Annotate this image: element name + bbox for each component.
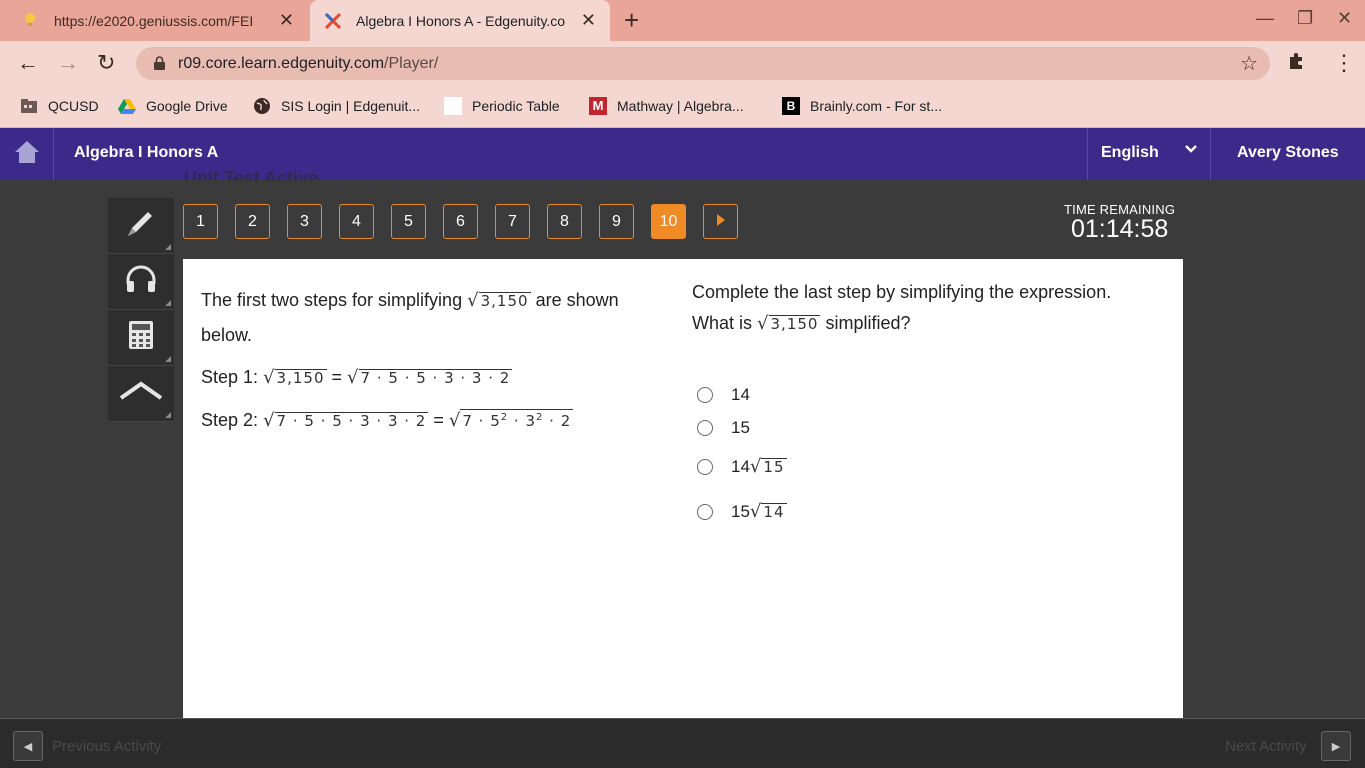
- step-2: Step 2: √ 7 · 5 · 5 · 3 · 3 · 2 = √ 7 · 52…: [201, 409, 574, 431]
- next-question-button[interactable]: [703, 204, 738, 239]
- globe-icon: [253, 97, 271, 115]
- calculator-icon: [128, 320, 154, 355]
- address-bar[interactable]: r09.core.learn.edgenuity.com/Player/ ☆: [136, 47, 1270, 80]
- chevron-down-icon: [1184, 142, 1198, 161]
- question-prompt-2: What is √ 3,150 simplified?: [692, 313, 911, 334]
- browser-tab-genius[interactable]: https://e2020.geniussis.com/FEI ✕: [8, 0, 308, 41]
- folder-icon: [20, 97, 38, 115]
- answer-option-1[interactable]: 14: [692, 378, 1162, 411]
- answer-option-4[interactable]: 15 √ 14: [692, 489, 1162, 534]
- question-6-button[interactable]: 6: [443, 204, 478, 239]
- previous-activity-label: Previous Activity: [52, 738, 162, 755]
- browser-tab-edgenuity[interactable]: Algebra I Honors A - Edgenuity.co ✕: [310, 0, 610, 41]
- radio-button[interactable]: [697, 386, 713, 403]
- bookmark-star-icon[interactable]: ☆: [1240, 51, 1258, 76]
- course-title: Algebra I Honors A: [74, 144, 219, 161]
- next-activity-button[interactable]: ▶: [1321, 731, 1351, 761]
- question-5-button[interactable]: 5: [391, 204, 426, 239]
- question-3-button[interactable]: 3: [287, 204, 322, 239]
- question-intro: The first two steps for simplifying √ 3,1…: [201, 290, 619, 345]
- activity-footer: ◀ Previous Activity Next Activity ▶: [0, 718, 1365, 768]
- question-1-button[interactable]: 1: [183, 204, 218, 239]
- answer-option-2[interactable]: 15: [692, 411, 1162, 444]
- radio-button[interactable]: [697, 419, 713, 436]
- answer-panel: Complete the last step by simplifying th…: [692, 277, 1162, 534]
- question-7-button[interactable]: 7: [495, 204, 530, 239]
- time-remaining-value: 01:14:58: [1071, 215, 1169, 243]
- browser-tab-strip: https://e2020.geniussis.com/FEI ✕ Algebr…: [0, 0, 1365, 41]
- back-arrow-icon[interactable]: ←: [17, 51, 39, 75]
- calculator-tool-button[interactable]: [108, 310, 174, 366]
- forward-arrow-icon[interactable]: →: [57, 51, 79, 75]
- question-2-button[interactable]: 2: [235, 204, 270, 239]
- question-card: The first two steps for simplifying √ 3,1…: [183, 259, 1183, 718]
- lock-icon: [154, 56, 165, 70]
- reload-icon[interactable]: ↻: [97, 51, 115, 75]
- play-arrow-icon: [716, 213, 726, 231]
- home-icon: [14, 140, 40, 169]
- brainly-logo-icon: B: [782, 97, 800, 115]
- audio-tool-button[interactable]: [108, 254, 174, 310]
- user-name[interactable]: Avery Stones: [1237, 144, 1339, 162]
- question-prompt: Complete the last step by simplifying th…: [692, 282, 1112, 302]
- language-select[interactable]: English: [1087, 128, 1211, 180]
- question-navigator: 1 2 3 4 5 6 7 8 9 10: [183, 204, 755, 239]
- radio-button[interactable]: [697, 503, 713, 520]
- bookmark-qcusd[interactable]: QCUSD: [20, 97, 99, 115]
- new-tab-plus-icon[interactable]: +: [624, 7, 639, 33]
- activity-title-peek: Unit Test Active: [184, 168, 319, 181]
- pencil-tool-button[interactable]: [108, 198, 174, 254]
- bookmark-mathway[interactable]: M Mathway | Algebra...: [589, 97, 744, 115]
- next-activity-label: Next Activity: [1225, 738, 1307, 755]
- mathway-logo-icon: M: [589, 97, 607, 115]
- minimize-icon[interactable]: —: [1256, 8, 1274, 29]
- home-button[interactable]: [0, 128, 54, 180]
- window-close-icon[interactable]: ✕: [1337, 8, 1352, 29]
- step-1: Step 1: √ 3,150 = √ 7 · 5 · 5 · 3 · 3 · 2: [201, 367, 513, 388]
- browser-menu-icon[interactable]: ⋮: [1333, 51, 1355, 75]
- lightbulb-icon: [22, 12, 38, 28]
- tab-title: https://e2020.geniussis.com/FEI: [54, 12, 254, 29]
- formula-tool-button[interactable]: [108, 366, 174, 422]
- tool-sidebar: [108, 198, 174, 422]
- blank-page-icon: [444, 97, 462, 115]
- restore-icon[interactable]: ❐: [1297, 8, 1313, 29]
- headphones-icon: [124, 264, 158, 299]
- google-drive-icon: [118, 97, 136, 115]
- bookmarks-bar: QCUSD Google Drive SIS Login | Edgenuit.…: [0, 86, 1365, 128]
- bookmark-sis-login[interactable]: SIS Login | Edgenuit...: [253, 97, 420, 115]
- bookmark-google-drive[interactable]: Google Drive: [118, 97, 228, 115]
- question-9-button[interactable]: 9: [599, 204, 634, 239]
- close-tab-icon[interactable]: ✕: [581, 10, 596, 30]
- radio-button[interactable]: [697, 458, 713, 475]
- formula-icon: [119, 380, 163, 407]
- url-text: r09.core.learn.edgenuity.com/Player/: [178, 55, 439, 72]
- question-4-button[interactable]: 4: [339, 204, 374, 239]
- bookmark-periodic-table[interactable]: Periodic Table: [444, 97, 560, 115]
- question-10-button[interactable]: 10: [651, 204, 686, 239]
- bookmark-brainly[interactable]: B Brainly.com - For st...: [782, 97, 942, 115]
- question-stem: The first two steps for simplifying √ 3,1…: [201, 283, 671, 438]
- answer-options: 14 15 14 √ 15 15 √ 14: [692, 378, 1162, 534]
- right-arrow-icon: ▶: [1331, 740, 1341, 753]
- question-8-button[interactable]: 8: [547, 204, 582, 239]
- close-tab-icon[interactable]: ✕: [279, 10, 294, 30]
- answer-option-3[interactable]: 14 √ 15: [692, 444, 1162, 489]
- edgenuity-logo-icon: [324, 12, 342, 30]
- left-arrow-icon: ◀: [23, 740, 33, 753]
- pencil-icon: [124, 206, 158, 245]
- previous-activity-button[interactable]: ◀: [13, 731, 43, 761]
- extensions-puzzle-icon[interactable]: [1287, 51, 1307, 76]
- browser-toolbar: ← → ↻ r09.core.learn.edgenuity.com/Playe…: [0, 41, 1365, 86]
- tab-title: Algebra I Honors A - Edgenuity.co: [356, 12, 566, 29]
